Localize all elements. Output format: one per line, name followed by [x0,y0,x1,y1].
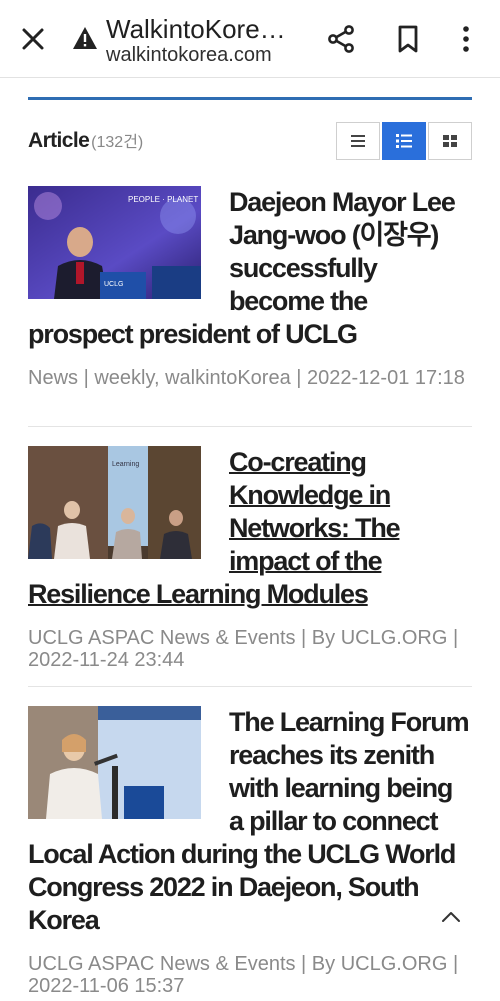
article-count: (132건) [91,134,144,151]
svg-text:Learning: Learning [112,461,139,468]
more-vert-icon[interactable] [456,24,476,54]
article-meta: News | weekly, walkintoKorea | 2022-12-0… [28,367,465,389]
bookmark-icon[interactable] [394,24,422,54]
page-title[interactable]: WalkintoKore… [106,14,302,45]
article-item[interactable]: The Learning Forum reaches its zenith wi… [28,706,472,997]
scroll-to-top-icon[interactable] [436,902,466,932]
article-divider [28,426,472,427]
article-thumbnail[interactable]: Learning [28,446,201,559]
section-title: Article [28,129,90,152]
article-list-header: Article (132건) [28,122,472,162]
grid-view-icon [443,135,457,147]
svg-text:UCLG: UCLG [104,281,123,288]
article-meta: UCLG ASPAC News & Events | By UCLG.ORG |… [28,627,459,671]
grid-view-button[interactable] [428,122,472,160]
article-divider [28,686,472,687]
browser-toolbar: WalkintoKore… walkintokorea.com [0,0,500,78]
share-icon[interactable] [326,24,356,54]
article-meta: UCLG ASPAC News & Events | By UCLG.ORG |… [28,953,459,997]
close-icon[interactable] [18,24,48,54]
view-toggle [334,122,472,160]
list-view-button[interactable] [336,122,380,160]
section-rule [28,97,472,100]
article-thumbnail[interactable] [28,706,201,819]
list-view-icon [351,135,365,147]
article-item[interactable]: PEOPLE · PLANET · GOVERN UCLG Daejeon Ma… [28,186,472,389]
detailed-list-view-icon [396,134,412,148]
svg-text:PEOPLE · PLANET · GOVERN: PEOPLE · PLANET · GOVERN [128,195,201,204]
detailed-list-view-button[interactable] [382,122,426,160]
article-item[interactable]: Learning Co-creating Knowledge in Networ… [28,446,472,671]
warning-icon[interactable] [72,26,98,50]
article-thumbnail[interactable]: PEOPLE · PLANET · GOVERN UCLG [28,186,201,299]
page-url[interactable]: walkintokorea.com [106,44,272,67]
